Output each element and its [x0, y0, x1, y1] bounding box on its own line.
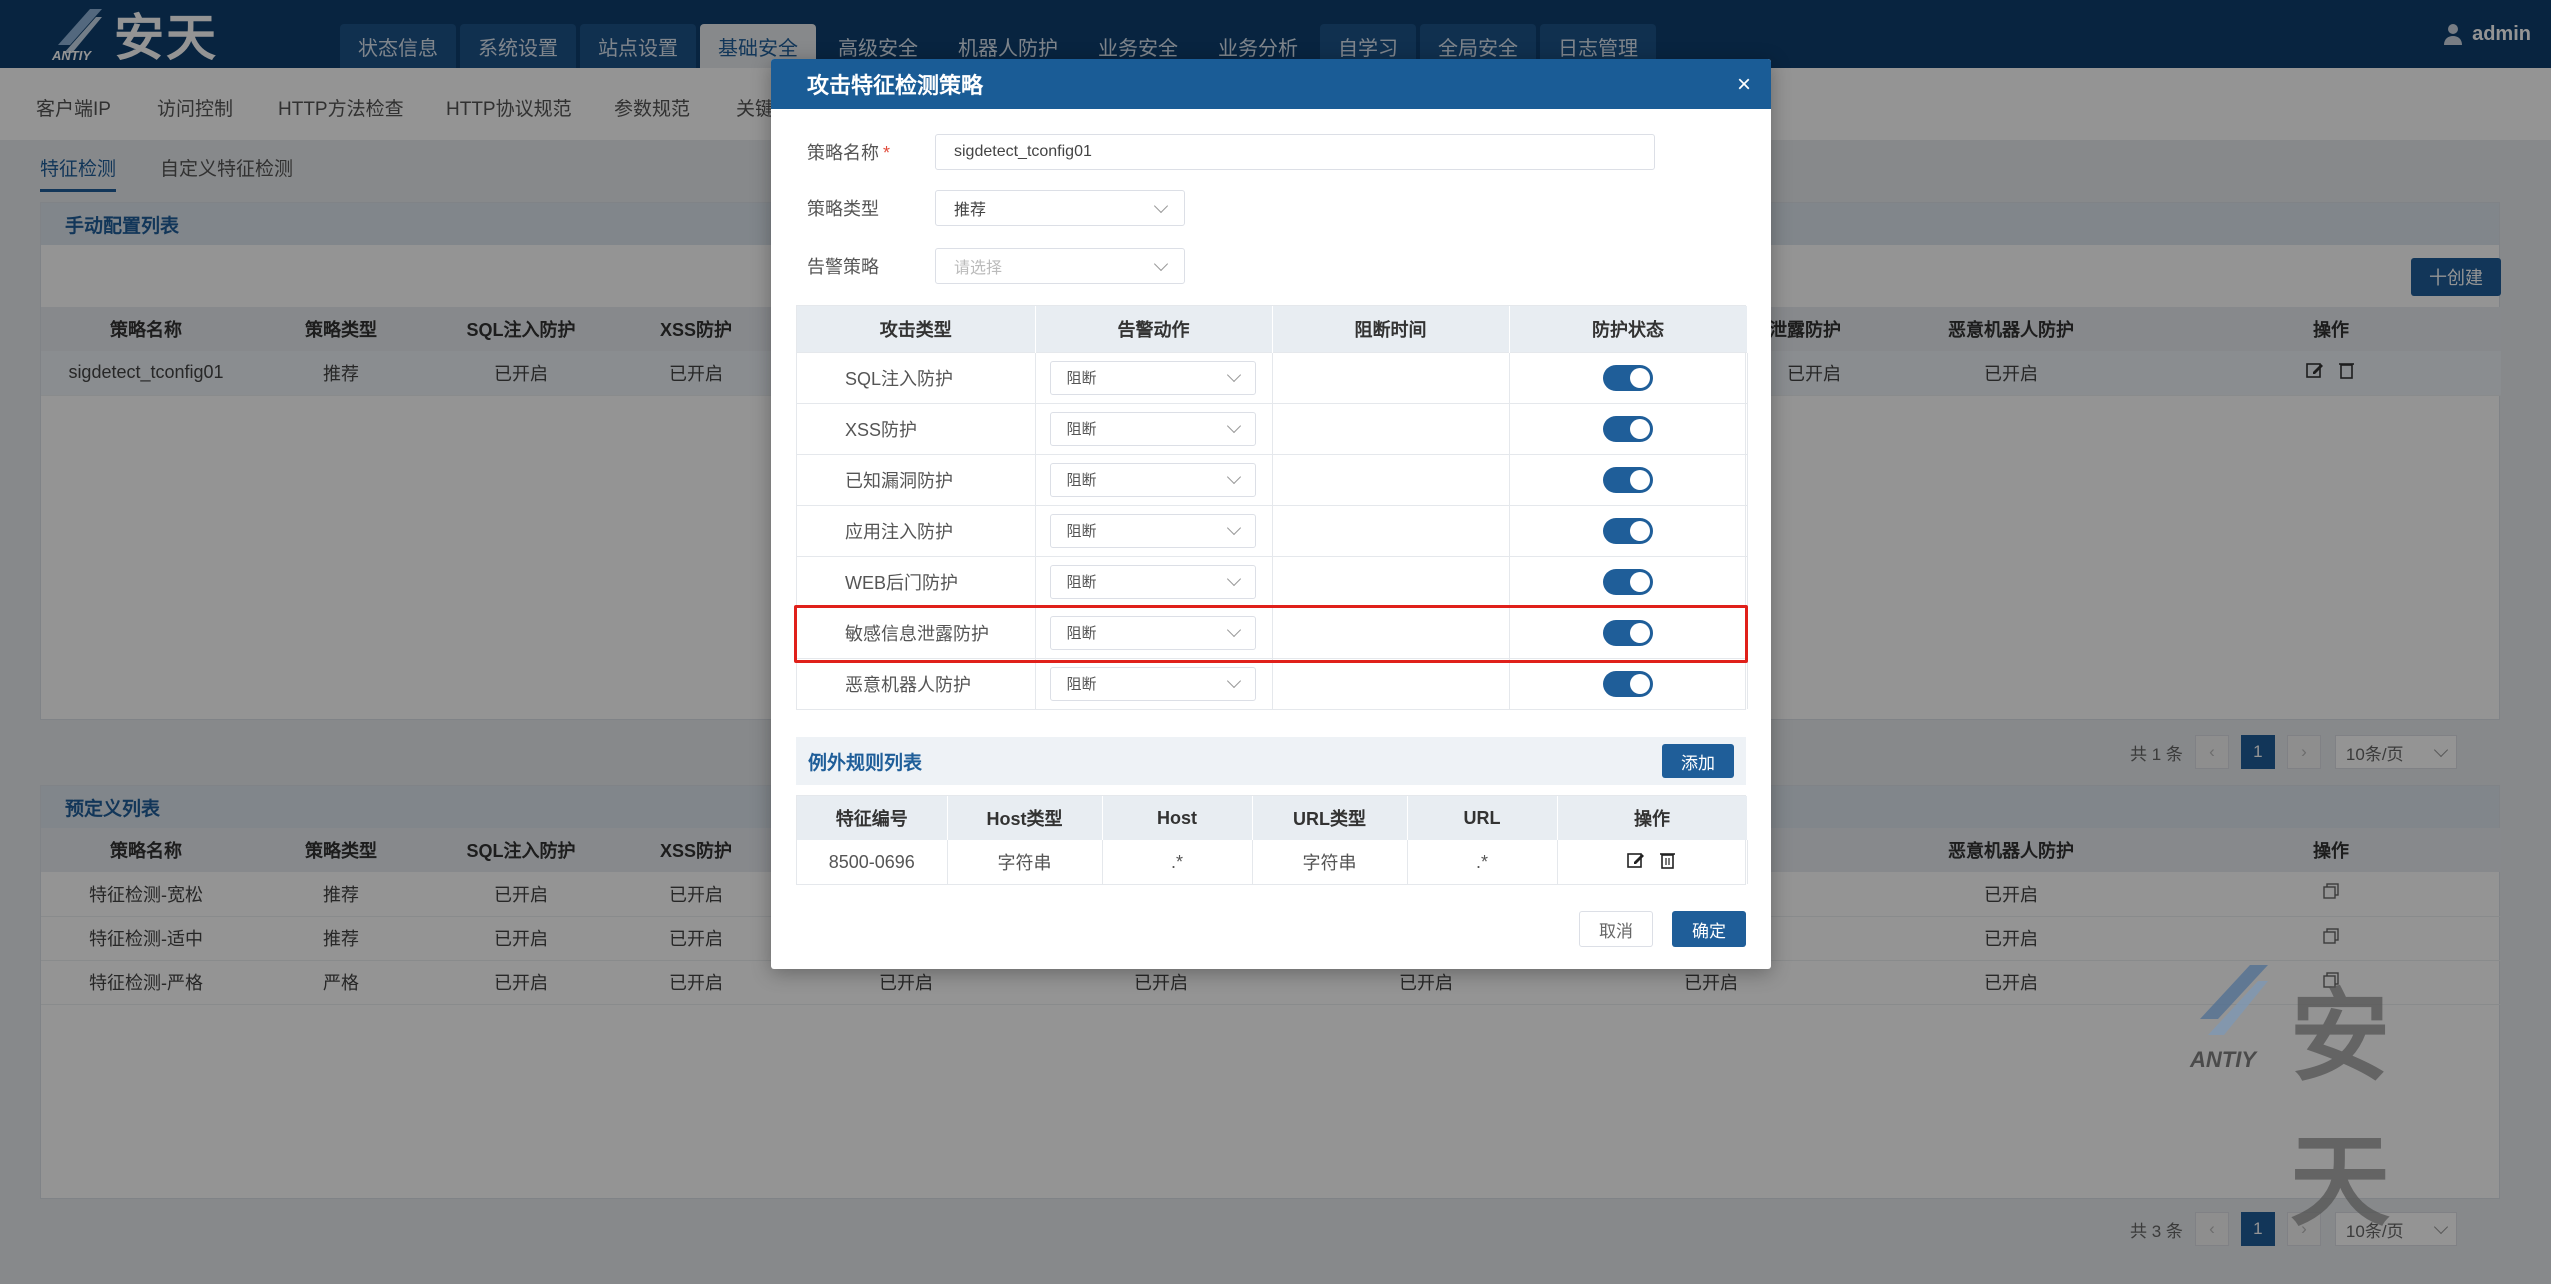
exception-rules-table: 特征编号 Host类型 Host URL类型 URL 操作 8500-0696 …	[796, 795, 1748, 885]
action-select[interactable]: 阻断	[1049, 513, 1256, 548]
table-row: 敏感信息泄露防护 阻断	[797, 606, 1748, 658]
action-select[interactable]: 阻断	[1049, 411, 1256, 446]
block-time	[1272, 453, 1510, 505]
protect-toggle[interactable]	[1603, 364, 1653, 391]
policy-name-input[interactable]: sigdetect_tconfig01	[935, 134, 1655, 170]
cell-ops	[1557, 840, 1748, 884]
table-row: 已知漏洞防护 阻断	[797, 453, 1748, 505]
table-row: XSS防护 阻断	[797, 402, 1748, 454]
col-host-type: Host类型	[947, 796, 1103, 840]
attack-signature-policy-dialog: 攻击特征检测策略 × 策略名称 * sigdetect_tconfig01 策略类…	[771, 59, 1771, 969]
exception-rules-title: 例外规则列表	[808, 752, 923, 774]
close-icon[interactable]: ×	[1737, 71, 1751, 99]
action-select[interactable]: 阻断	[1049, 666, 1256, 701]
cancel-button[interactable]: 取消	[1579, 911, 1653, 947]
col-url: URL	[1407, 796, 1558, 840]
table-row: 应用注入防护 阻断	[797, 504, 1748, 556]
exception-rules-header: 例外规则列表 添加	[796, 737, 1746, 785]
protect-toggle[interactable]	[1603, 568, 1653, 595]
watermark-text: 安天	[2290, 978, 2394, 1240]
table-row: WEB后门防护 阻断	[797, 555, 1748, 607]
block-time	[1272, 504, 1510, 556]
dialog-title: 攻击特征检测策略	[807, 73, 984, 98]
attack-type-app-injection: 应用注入防护	[797, 504, 1036, 556]
chevron-down-icon	[1226, 674, 1241, 689]
policy-type-select[interactable]: 推荐	[935, 190, 1185, 226]
chevron-down-icon	[1153, 256, 1169, 271]
chevron-down-icon	[1226, 418, 1241, 434]
protect-toggle[interactable]	[1603, 415, 1653, 442]
protect-toggle[interactable]	[1603, 466, 1653, 493]
attack-type-malicious-bot: 恶意机器人防护	[797, 657, 1036, 709]
table-row: 8500-0696 字符串 .* 字符串 .*	[797, 840, 1748, 884]
col-protect-status: 防护状态	[1509, 306, 1748, 352]
policy-type-label: 策略类型	[807, 199, 879, 219]
cell-host: .*	[1102, 840, 1253, 884]
col-block-time: 阻断时间	[1272, 306, 1510, 352]
block-time	[1272, 606, 1510, 658]
alarm-policy-row: 告警策略 请选择	[807, 248, 1185, 284]
delete-icon[interactable]	[1659, 851, 1677, 869]
policy-type-row: 策略类型 推荐	[807, 190, 1185, 226]
attack-type-sensitive-leak: 敏感信息泄露防护	[797, 606, 1036, 658]
col-attack-type: 攻击类型	[797, 306, 1036, 352]
block-time	[1272, 351, 1510, 403]
policy-name-label: 策略名称 *	[807, 143, 891, 163]
policy-name-row: 策略名称 * sigdetect_tconfig01	[807, 134, 1655, 170]
cell-url-type: 字符串	[1252, 840, 1408, 884]
cell-url: .*	[1407, 840, 1558, 884]
alarm-policy-select[interactable]: 请选择	[935, 248, 1185, 284]
cell-sig-id: 8500-0696	[797, 840, 948, 884]
col-sig-id: 特征编号	[797, 796, 948, 840]
attack-type-web-backdoor: WEB后门防护	[797, 555, 1036, 607]
chevron-down-icon	[1226, 469, 1241, 485]
chevron-down-icon	[1226, 622, 1241, 638]
chevron-down-icon	[1226, 367, 1241, 383]
alarm-policy-label: 告警策略	[807, 257, 879, 277]
action-select[interactable]: 阻断	[1049, 360, 1256, 395]
col-host: Host	[1102, 796, 1253, 840]
antiy-watermark: 安天 ANTIY	[2190, 955, 2490, 1240]
action-select[interactable]: 阻断	[1049, 462, 1256, 497]
block-time	[1272, 402, 1510, 454]
attack-type-table: 攻击类型 告警动作 阻断时间 防护状态 SQL注入防护 阻断 XSS防护 阻断 …	[796, 305, 1748, 710]
dialog-header: 攻击特征检测策略 ×	[771, 59, 1771, 109]
table-row: SQL注入防护 阻断	[797, 351, 1748, 403]
table-row: 恶意机器人防护 阻断	[797, 657, 1748, 709]
attack-type-xss: XSS防护	[797, 402, 1036, 454]
watermark-sub: ANTIY	[2190, 1047, 2256, 1072]
cell-host-type: 字符串	[947, 840, 1103, 884]
action-select[interactable]: 阻断	[1049, 615, 1256, 650]
confirm-button[interactable]: 确定	[1672, 911, 1746, 947]
chevron-down-icon	[1153, 198, 1169, 213]
attack-type-sql: SQL注入防护	[797, 351, 1036, 403]
chevron-down-icon	[1226, 520, 1241, 536]
col-op: 操作	[1557, 796, 1748, 840]
protect-toggle[interactable]	[1603, 619, 1653, 646]
col-url-type: URL类型	[1252, 796, 1408, 840]
add-button[interactable]: 添加	[1662, 744, 1734, 778]
block-time	[1272, 657, 1510, 709]
col-alarm-action: 告警动作	[1035, 306, 1273, 352]
edit-icon[interactable]	[1627, 851, 1645, 869]
attack-type-known-vuln: 已知漏洞防护	[797, 453, 1036, 505]
antiy-watermark-icon	[2200, 965, 2268, 1035]
action-select[interactable]: 阻断	[1049, 564, 1256, 599]
protect-toggle[interactable]	[1603, 670, 1653, 697]
chevron-down-icon	[1226, 571, 1241, 587]
protect-toggle[interactable]	[1603, 517, 1653, 544]
block-time	[1272, 555, 1510, 607]
